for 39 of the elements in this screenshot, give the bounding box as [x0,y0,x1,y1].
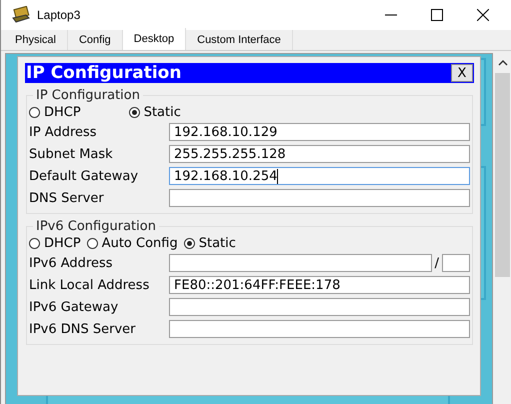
input-field[interactable]: 192.168.10.254 [169,167,470,185]
field-label: IPv6 Address [29,256,114,270]
window-title: Laptop3 [37,8,80,22]
close-button[interactable]: X [451,64,473,82]
field-label: Link Local Address [29,278,150,292]
group-title: IPv6 Configuration [35,219,157,234]
input-field[interactable] [169,189,470,207]
field-label: IP Address [29,124,98,140]
input-field[interactable] [169,298,470,316]
radio-label: DHCP [44,104,81,120]
input-field[interactable]: 192.168.10.129 [169,123,470,141]
maximize-icon[interactable] [431,9,443,21]
radio-button[interactable] [29,106,40,118]
radio-label: DHCP [44,236,81,250]
field-label: DNS Server [29,190,105,206]
group-title: IP Configuration [35,88,141,103]
radio-button[interactable] [128,106,140,118]
laptop-icon [11,6,31,24]
radio-button[interactable] [184,238,195,248]
radio-label: Static [144,104,181,120]
dialog-title: IP Configuration [26,63,182,83]
close-icon[interactable] [477,9,489,21]
radio-button[interactable] [29,238,40,248]
input-field[interactable]: 255.255.255.128 [169,145,470,163]
scroll-thumb[interactable] [495,73,510,277]
tab[interactable]: Desktop [122,28,186,50]
field-label: IPv6 DNS Server [29,322,137,336]
field-label: Default Gateway [29,168,140,184]
field-label: Subnet Mask [29,146,114,162]
input-field[interactable]: FE80::201:64FF:FEEE:178 [169,276,470,294]
scroll-up-icon[interactable] [498,59,508,67]
radio-label: Auto Config [102,236,178,250]
radio-label: Static [198,236,236,250]
radio-button[interactable] [86,238,98,248]
field-label: IPv6 Gateway [29,300,120,314]
prefix-field[interactable] [442,254,470,272]
input-field[interactable] [169,254,432,272]
input-field[interactable] [169,320,470,338]
prefix-separator: / [434,256,439,270]
